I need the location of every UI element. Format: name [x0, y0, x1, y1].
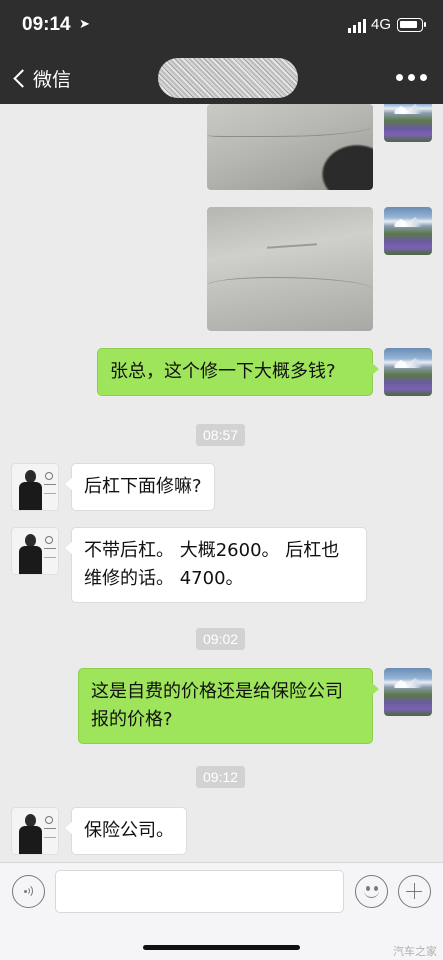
- emoji-icon[interactable]: [355, 875, 388, 908]
- contact-avatar[interactable]: [11, 807, 59, 855]
- message-bubble-outgoing[interactable]: 这是自费的价格还是给保险公司 报的价格?: [78, 668, 379, 744]
- more-dots-icon[interactable]: [396, 74, 427, 81]
- timestamp: 09:02: [196, 628, 246, 650]
- watermark: 汽车之家: [393, 945, 437, 958]
- message-image[interactable]: [207, 104, 373, 190]
- signal-bars-icon: [348, 19, 368, 33]
- back-label: 微信: [33, 68, 72, 91]
- back-button[interactable]: 微信: [10, 64, 71, 92]
- home-indicator[interactable]: [143, 945, 300, 950]
- message-text: 不带后杠。 大概2600。 后杠也: [84, 540, 340, 561]
- chevron-left-icon: [13, 68, 32, 88]
- chat-header: 微信: [0, 52, 443, 104]
- input-bar: 汽车之家: [0, 862, 443, 960]
- message-text: 维修的话。 4700。: [84, 568, 244, 589]
- message-bubble-outgoing[interactable]: 张总，这个修一下大概多钱?: [97, 348, 379, 396]
- message-bubble-incoming[interactable]: 不带后杠。 大概2600。 后杠也 维修的话。 4700。: [65, 527, 367, 603]
- message-list[interactable]: 张总，这个修一下大概多钱? 08:57 后杠下面修嘛? 不带后杠。 大概2600…: [0, 104, 443, 862]
- contact-name-blurred: [158, 58, 298, 98]
- message-bubble-incoming[interactable]: 保险公司。: [65, 807, 187, 855]
- battery-icon: [397, 18, 426, 32]
- message-text: 这是自费的价格还是给保险公司: [91, 681, 343, 702]
- message-bubble-incoming[interactable]: 后杠下面修嘛?: [65, 463, 215, 511]
- message-text: 报的价格?: [91, 709, 173, 730]
- status-bar: 09:14 ➤ 4G: [0, 0, 443, 52]
- message-text: 张总，这个修一下大概多钱?: [110, 361, 336, 382]
- network-type: 4G: [371, 16, 392, 33]
- location-arrow-icon: ➤: [79, 17, 90, 32]
- my-avatar[interactable]: [384, 104, 432, 142]
- my-avatar[interactable]: [384, 668, 432, 716]
- message-text: 保险公司。: [84, 820, 174, 841]
- timestamp: 08:57: [196, 424, 246, 446]
- status-time: 09:14: [22, 14, 71, 35]
- timestamp: 09:12: [196, 766, 246, 788]
- contact-avatar[interactable]: [11, 463, 59, 511]
- my-avatar[interactable]: [384, 348, 432, 396]
- my-avatar[interactable]: [384, 207, 432, 255]
- voice-icon[interactable]: [12, 875, 45, 908]
- plus-icon[interactable]: [398, 875, 431, 908]
- message-image[interactable]: [207, 207, 373, 331]
- message-text: 后杠下面修嘛?: [84, 476, 202, 497]
- message-input[interactable]: [55, 870, 344, 913]
- contact-avatar[interactable]: [11, 527, 59, 575]
